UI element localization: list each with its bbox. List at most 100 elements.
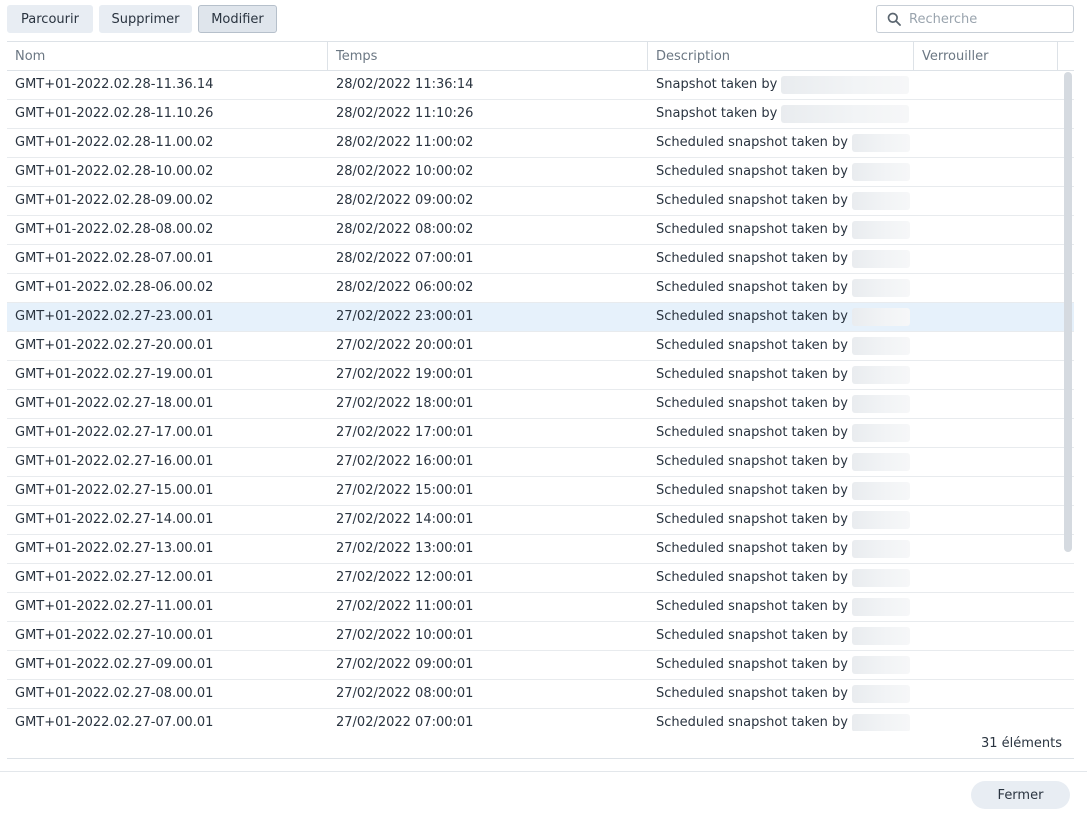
cell-description-text: Scheduled snapshot taken by (656, 570, 848, 585)
cell-time-text: 27/02/2022 16:00:01 (336, 454, 474, 469)
redacted-user (852, 568, 910, 587)
cell-description-text: Scheduled snapshot taken by (656, 193, 848, 208)
cell-name-text: GMT+01-2022.02.27-07.00.01 (15, 715, 214, 730)
cell-lock (914, 216, 1058, 244)
redacted-user (781, 104, 910, 123)
table-row[interactable]: GMT+01-2022.02.27-09.00.01 27/02/2022 09:… (7, 651, 1074, 680)
cell-description: Scheduled snapshot taken by (648, 593, 914, 621)
table-row[interactable]: GMT+01-2022.02.27-20.00.01 27/02/2022 20:… (7, 332, 1074, 361)
cell-name-text: GMT+01-2022.02.27-09.00.01 (15, 657, 214, 672)
cell-name: GMT+01-2022.02.28-08.00.02 (7, 216, 328, 244)
table-row[interactable]: GMT+01-2022.02.28-07.00.01 28/02/2022 07:… (7, 245, 1074, 274)
cell-time: 27/02/2022 09:00:01 (328, 651, 648, 679)
table-row[interactable]: GMT+01-2022.02.27-12.00.01 27/02/2022 12:… (7, 564, 1074, 593)
cell-name-text: GMT+01-2022.02.28-08.00.02 (15, 222, 214, 237)
table-row[interactable]: GMT+01-2022.02.28-10.00.02 28/02/2022 10:… (7, 158, 1074, 187)
delete-button[interactable]: Supprimer (99, 5, 192, 33)
cell-time-text: 28/02/2022 09:00:02 (336, 193, 474, 208)
cell-time: 28/02/2022 08:00:02 (328, 216, 648, 244)
cell-time-text: 27/02/2022 12:00:01 (336, 570, 474, 585)
cell-time: 28/02/2022 11:36:14 (328, 71, 648, 99)
redacted-user (852, 539, 910, 558)
redacted-user (852, 655, 910, 674)
column-header-name[interactable]: Nom (7, 42, 328, 71)
cell-time-text: 28/02/2022 10:00:02 (336, 164, 474, 179)
table-row[interactable]: GMT+01-2022.02.27-16.00.01 27/02/2022 16:… (7, 448, 1074, 477)
search-input[interactable] (909, 11, 1069, 27)
table-row[interactable]: GMT+01-2022.02.28-11.00.02 28/02/2022 11:… (7, 129, 1074, 158)
cell-lock (914, 390, 1058, 418)
table-row[interactable]: GMT+01-2022.02.27-15.00.01 27/02/2022 15:… (7, 477, 1074, 506)
table-row[interactable]: GMT+01-2022.02.28-06.00.02 28/02/2022 06:… (7, 274, 1074, 303)
cell-description-text: Scheduled snapshot taken by (656, 454, 848, 469)
column-header-description[interactable]: Description (648, 42, 914, 71)
cell-description-text: Scheduled snapshot taken by (656, 367, 848, 382)
item-count: 31 éléments (980, 736, 1062, 751)
cell-time-text: 28/02/2022 06:00:02 (336, 280, 474, 295)
table-row[interactable]: GMT+01-2022.02.27-13.00.01 27/02/2022 13:… (7, 535, 1074, 564)
redacted-user (852, 510, 910, 529)
cell-description-text: Scheduled snapshot taken by (656, 599, 848, 614)
cell-description-text: Scheduled snapshot taken by (656, 483, 848, 498)
close-button[interactable]: Fermer (971, 781, 1070, 809)
table-row[interactable]: GMT+01-2022.02.27-14.00.01 27/02/2022 14:… (7, 506, 1074, 535)
cell-description-text: Scheduled snapshot taken by (656, 425, 848, 440)
table-row[interactable]: GMT+01-2022.02.28-11.36.14 28/02/2022 11:… (7, 71, 1074, 100)
cell-name-text: GMT+01-2022.02.27-08.00.01 (15, 686, 214, 701)
browse-button[interactable]: Parcourir (7, 5, 93, 33)
cell-description-text: Scheduled snapshot taken by (656, 135, 848, 150)
cell-name-text: GMT+01-2022.02.27-18.00.01 (15, 396, 214, 411)
cell-description: Scheduled snapshot taken by (648, 651, 914, 679)
table-row[interactable]: GMT+01-2022.02.27-08.00.01 27/02/2022 08:… (7, 680, 1074, 709)
column-header-lock[interactable]: Verrouiller (914, 42, 1058, 71)
redacted-user (852, 626, 910, 645)
cell-name: GMT+01-2022.02.27-07.00.01 (7, 709, 328, 731)
search-box[interactable] (876, 5, 1074, 33)
cell-name-text: GMT+01-2022.02.27-11.00.01 (15, 599, 214, 614)
table-row[interactable]: GMT+01-2022.02.27-17.00.01 27/02/2022 17:… (7, 419, 1074, 448)
cell-name-text: GMT+01-2022.02.27-17.00.01 (15, 425, 214, 440)
cell-time-text: 27/02/2022 07:00:01 (336, 715, 474, 730)
cell-time-text: 28/02/2022 11:10:26 (336, 106, 474, 121)
edit-button[interactable]: Modifier (198, 5, 277, 33)
table-row[interactable]: GMT+01-2022.02.27-23.00.01 27/02/2022 23:… (7, 303, 1074, 332)
column-header-time[interactable]: Temps (328, 42, 648, 71)
table-row[interactable]: GMT+01-2022.02.27-07.00.01 27/02/2022 07:… (7, 709, 1074, 731)
cell-name: GMT+01-2022.02.27-20.00.01 (7, 332, 328, 360)
cell-name-text: GMT+01-2022.02.27-20.00.01 (15, 338, 214, 353)
cell-description-text: Snapshot taken by (656, 106, 778, 121)
table-row[interactable]: GMT+01-2022.02.27-19.00.01 27/02/2022 19:… (7, 361, 1074, 390)
cell-time-text: 27/02/2022 17:00:01 (336, 425, 474, 440)
table-footer: 31 éléments (7, 731, 1074, 759)
cell-name-text: GMT+01-2022.02.28-11.10.26 (15, 106, 214, 121)
cell-description-text: Scheduled snapshot taken by (656, 309, 848, 324)
table-row[interactable]: GMT+01-2022.02.28-11.10.26 28/02/2022 11:… (7, 100, 1074, 129)
cell-description-text: Scheduled snapshot taken by (656, 396, 848, 411)
table-row[interactable]: GMT+01-2022.02.28-09.00.02 28/02/2022 09:… (7, 187, 1074, 216)
redacted-user (852, 162, 910, 181)
cell-name: GMT+01-2022.02.27-16.00.01 (7, 448, 328, 476)
cell-time: 28/02/2022 06:00:02 (328, 274, 648, 302)
cell-lock (914, 535, 1058, 563)
cell-description: Scheduled snapshot taken by (648, 622, 914, 650)
cell-lock (914, 593, 1058, 621)
cell-name-text: GMT+01-2022.02.27-14.00.01 (15, 512, 214, 527)
vertical-scrollbar[interactable] (1064, 72, 1072, 552)
redacted-user (852, 365, 910, 384)
cell-lock (914, 274, 1058, 302)
cell-lock (914, 332, 1058, 360)
redacted-user (852, 249, 910, 268)
cell-lock (914, 448, 1058, 476)
cell-description: Scheduled snapshot taken by (648, 506, 914, 534)
table-row[interactable]: GMT+01-2022.02.28-08.00.02 28/02/2022 08:… (7, 216, 1074, 245)
cell-lock (914, 129, 1058, 157)
cell-time: 27/02/2022 13:00:01 (328, 535, 648, 563)
cell-description: Scheduled snapshot taken by (648, 332, 914, 360)
table-row[interactable]: GMT+01-2022.02.27-18.00.01 27/02/2022 18:… (7, 390, 1074, 419)
cell-name-text: GMT+01-2022.02.28-11.00.02 (15, 135, 214, 150)
table-row[interactable]: GMT+01-2022.02.27-10.00.01 27/02/2022 10:… (7, 622, 1074, 651)
table-row[interactable]: GMT+01-2022.02.27-11.00.01 27/02/2022 11:… (7, 593, 1074, 622)
cell-time-text: 27/02/2022 10:00:01 (336, 628, 474, 643)
table-body: GMT+01-2022.02.28-11.36.14 28/02/2022 11:… (7, 71, 1074, 731)
cell-description-text: Snapshot taken by (656, 77, 778, 92)
